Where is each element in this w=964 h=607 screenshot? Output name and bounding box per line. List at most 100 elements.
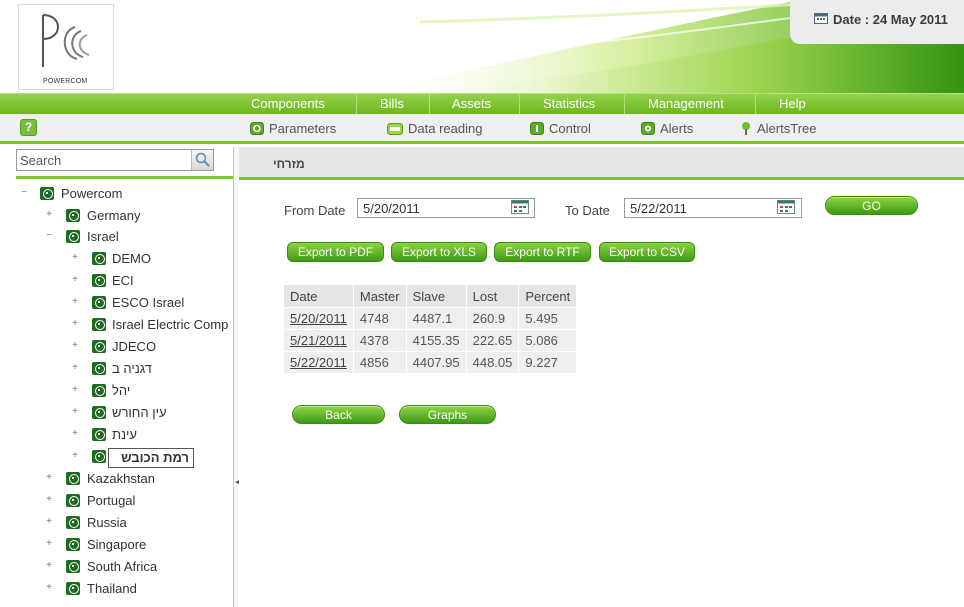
menu-statistics[interactable]: Statistics [537, 94, 625, 114]
tree-node-label: Russia [87, 515, 127, 530]
tree-node-south-africa[interactable]: + South Africa [0, 558, 238, 576]
tree-node-germany[interactable]: + Germany [0, 207, 238, 225]
expand-icon[interactable]: + [71, 272, 79, 290]
expand-icon[interactable]: + [71, 338, 79, 356]
tree-node-label: Powercom [61, 186, 123, 201]
expand-icon[interactable]: + [71, 360, 79, 378]
tree-node-russia[interactable]: + Russia [0, 514, 238, 532]
row-lost: 260.9 [466, 308, 519, 329]
submenu-control[interactable]: Control [530, 121, 591, 137]
node-icon [92, 362, 106, 375]
to-date-label: To Date [565, 203, 610, 218]
graphs-button[interactable]: Graphs [399, 405, 496, 424]
menu-components[interactable]: Components [245, 94, 357, 114]
export-pdf-button[interactable]: Export to PDF [287, 242, 384, 262]
submenu-alerts-tree[interactable]: AlertsTree [740, 121, 816, 137]
tree-node-thailand[interactable]: + Thailand [0, 580, 238, 598]
search-button[interactable] [191, 150, 213, 170]
tree-node-label: DEMO [112, 251, 151, 266]
tree-node-eci[interactable]: + ECI [0, 272, 238, 290]
node-icon [40, 187, 54, 200]
expand-icon[interactable]: + [71, 316, 79, 334]
tree-node-label: Portugal [87, 493, 136, 508]
tree-node-demo[interactable]: + DEMO [0, 250, 238, 268]
expand-icon[interactable]: + [45, 470, 53, 488]
panel-title: מזרחי [273, 157, 305, 171]
tree-node-kazakhstan[interactable]: + Kazakhstan [0, 470, 238, 488]
tree-node-jdeco[interactable]: + JDECO [0, 338, 238, 356]
row-date-link[interactable]: 5/21/2011 [284, 330, 353, 351]
export-rtf-button[interactable]: Export to RTF [494, 242, 591, 262]
submenu-parameters-label: Parameters [269, 121, 337, 136]
column-header-percent: Percent [519, 285, 577, 307]
row-slave: 4407.95 [406, 352, 466, 373]
expand-icon[interactable]: + [71, 426, 79, 444]
tree-node-israel-electric[interactable]: + Israel Electric Comp [0, 316, 238, 334]
submenu-data-reading-label: Data reading [408, 121, 483, 136]
from-date-input[interactable] [357, 198, 535, 218]
expand-icon[interactable]: + [45, 536, 53, 554]
submenu-data-reading[interactable]: Data reading [387, 121, 482, 137]
logo-mark-icon [42, 14, 90, 67]
tree-node-degania-b[interactable]: + דגניה ב [0, 360, 238, 378]
data-reading-icon [387, 123, 403, 135]
tree-node-label: Israel Electric Comp [112, 317, 229, 332]
main-menu-bar: Components Bills Assets Statistics Manag… [0, 93, 964, 114]
menu-help[interactable]: Help [773, 94, 829, 114]
to-date-input[interactable] [624, 198, 802, 218]
tree-node-label: עינת [112, 427, 137, 442]
search-input[interactable] [17, 150, 191, 170]
table-row: 5/20/2011 4748 4487.1 260.9 5.495 [284, 308, 577, 329]
menu-bills[interactable]: Bills [374, 94, 430, 114]
table-row: 5/21/2011 4378 4155.35 222.65 5.086 [284, 330, 577, 351]
sidebar: − Powercom + Germany − Israel + DEMO + E… [0, 147, 238, 607]
go-button[interactable]: GO [825, 196, 918, 215]
tree-node-label: South Africa [87, 559, 158, 574]
expand-icon[interactable]: + [45, 207, 53, 225]
tree-node-ramat-hakovesh[interactable]: + רמת הכובש [0, 448, 238, 468]
node-icon [66, 209, 80, 222]
expand-icon[interactable]: + [71, 404, 79, 422]
tree-node-ein-hahoresh[interactable]: + עין החורש [0, 404, 238, 422]
tree-node-yahel[interactable]: + יהל [0, 382, 238, 400]
back-button[interactable]: Back [292, 405, 385, 424]
tree-node-esco-israel[interactable]: + ESCO Israel [0, 294, 238, 312]
tree-node-einat[interactable]: + עינת [0, 426, 238, 444]
export-xls-button[interactable]: Export to XLS [391, 242, 487, 262]
row-date-link[interactable]: 5/22/2011 [284, 352, 353, 373]
calendar-icon[interactable] [511, 200, 529, 214]
row-percent: 9.227 [519, 352, 577, 373]
expand-icon[interactable]: + [71, 250, 79, 268]
menu-management[interactable]: Management [642, 94, 756, 114]
node-icon [92, 428, 106, 441]
sub-menu-bar: ? Parameters Data reading Control Alerts… [0, 114, 964, 144]
tree-node-powercom[interactable]: − Powercom [0, 185, 238, 203]
tree-node-label: דגניה ב [112, 361, 152, 376]
tree-node-portugal[interactable]: + Portugal [0, 492, 238, 510]
collapse-icon[interactable]: − [45, 228, 53, 246]
expand-icon[interactable]: + [71, 294, 79, 312]
expand-icon[interactable]: + [71, 448, 79, 466]
alerts-tree-icon [742, 122, 750, 135]
alerts-icon [641, 122, 655, 135]
expand-icon[interactable]: + [71, 382, 79, 400]
help-icon[interactable]: ? [20, 119, 37, 136]
export-csv-button[interactable]: Export to CSV [599, 242, 695, 262]
tree-node-singapore[interactable]: + Singapore [0, 536, 238, 554]
expand-icon[interactable]: + [45, 492, 53, 510]
expand-icon[interactable]: + [45, 514, 53, 532]
tree-node-label: JDECO [112, 339, 157, 354]
calendar-icon [814, 13, 828, 24]
submenu-parameters[interactable]: Parameters [250, 121, 336, 137]
expand-icon[interactable]: + [45, 558, 53, 576]
expand-icon[interactable]: + [45, 580, 53, 598]
node-icon [66, 472, 80, 485]
tree-node-label: Singapore [87, 537, 147, 552]
collapse-icon[interactable]: − [20, 185, 28, 203]
calendar-icon[interactable] [777, 200, 795, 214]
tree-node-israel[interactable]: − Israel [0, 228, 238, 246]
submenu-alerts[interactable]: Alerts [641, 121, 693, 137]
row-date-link[interactable]: 5/20/2011 [284, 308, 353, 329]
menu-assets[interactable]: Assets [446, 94, 520, 114]
node-icon [66, 582, 80, 595]
